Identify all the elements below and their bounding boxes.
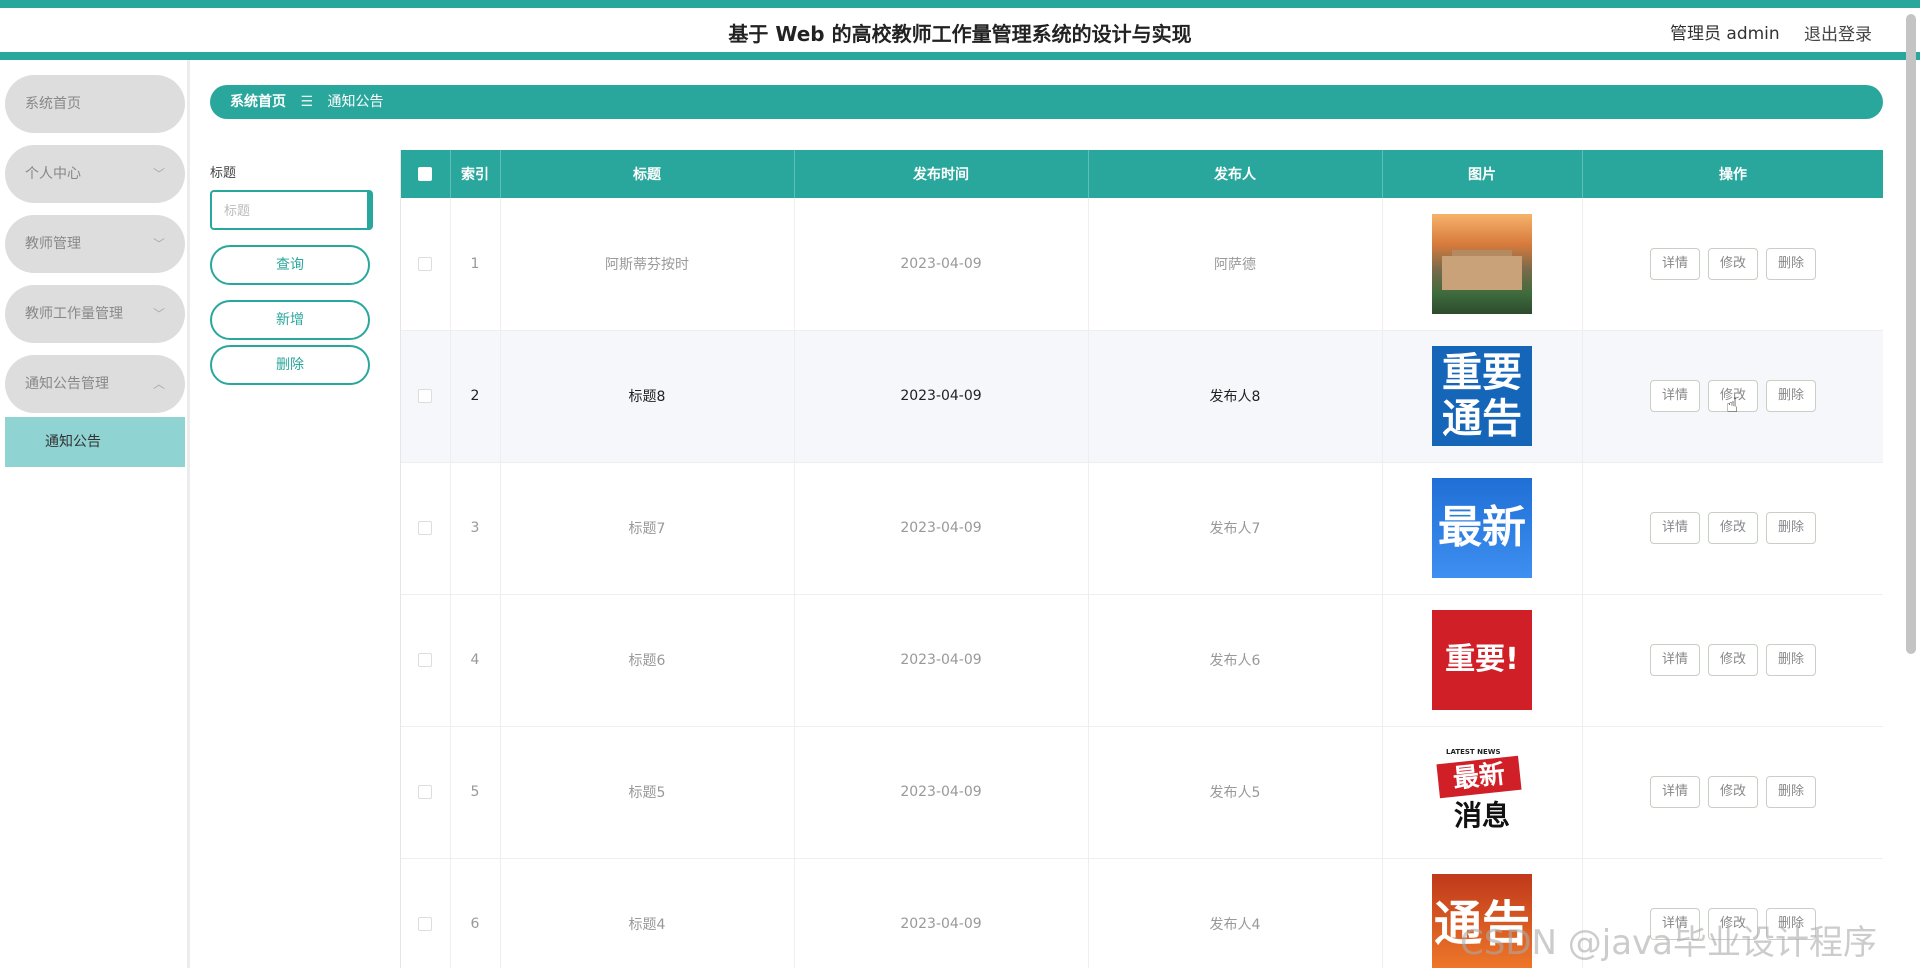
sidebar-item-label: 教师管理 [25,236,81,252]
row-title: 标题6 [500,594,795,726]
table-row[interactable]: 5 标题5 2023-04-09 发布人5 LATEST NEWS 最新 消息 … [401,726,1883,858]
important-alert-image: 重要!通告 [1432,610,1532,710]
breadcrumb: 系统首页 ☰ 通知公告 [210,85,1883,119]
column-header-ops: 操作 [1582,150,1883,198]
detail-button[interactable]: 详情 [1650,247,1700,280]
batch-delete-button[interactable]: 删除 [210,345,370,385]
detail-button[interactable]: 详情 [1650,512,1700,544]
table-row[interactable]: 2 标题8 2023-04-09 发布人8 重要通告 详情 修改 删除 [401,330,1883,462]
table-header-row: 索引 标题 发布时间 发布人 图片 操作 [401,150,1883,198]
column-header-publisher: 发布人 [1088,150,1383,198]
logout-link[interactable]: 退出登录 [1804,20,1872,45]
chevron-down-icon: ﹀ [152,307,165,321]
row-checkbox[interactable] [418,653,433,667]
row-index: 4 [450,594,501,726]
latest-news-image: LATEST NEWS 最新 消息 [1432,742,1532,842]
row-index: 3 [450,462,501,594]
delete-button[interactable]: 删除 [1766,644,1816,676]
row-time: 2023-04-09 [794,726,1089,858]
sidebar-item-label: 个人中心 [25,166,81,182]
delete-button[interactable]: 删除 [1766,512,1816,544]
page-scrollbar[interactable] [1906,14,1916,654]
delete-button[interactable]: 删除 [1766,380,1816,412]
sidebar-item-teacher-management[interactable]: 教师管理 ﹀ [5,215,185,273]
row-index: 5 [450,726,501,858]
sidebar-item-home[interactable]: 系统首页 [5,75,185,133]
row-checkbox[interactable] [418,256,433,271]
detail-button[interactable]: 详情 [1650,644,1700,676]
row-time: 2023-04-09 [794,858,1089,968]
row-title: 标题5 [500,726,795,858]
sidebar-item-notice-management[interactable]: 通知公告管理 ︿ [5,355,185,413]
sidebar-subitem-notice[interactable]: 通知公告 [5,417,185,467]
row-publisher: 发布人4 [1088,858,1383,968]
row-title: 标题8 [500,330,795,462]
search-title-input[interactable] [210,190,373,230]
column-header-time: 发布时间 [794,150,1089,198]
row-publisher: 发布人8 [1088,330,1383,462]
row-title: 标题7 [500,462,795,594]
edit-button[interactable]: 修改 [1708,644,1758,676]
campus-image [1432,213,1532,314]
user-label: 管理员 admin [1670,24,1780,44]
row-publisher: 阿萨德 [1088,198,1383,330]
edit-button[interactable]: 修改 [1708,776,1758,808]
select-all-checkbox[interactable] [418,167,433,181]
sidebar-item-label: 教师工作量管理 [25,306,123,322]
row-publisher: 发布人6 [1088,594,1383,726]
edit-button[interactable]: 修改 [1708,512,1758,544]
sidebar-item-label: 通知公告管理 [25,376,109,392]
row-index: 2 [450,330,501,462]
row-checkbox[interactable] [418,389,433,403]
edit-button[interactable]: 修改 [1708,247,1758,280]
table-row[interactable]: 3 标题7 2023-04-09 发布人7 最新 详情 修改 删除 [401,462,1883,594]
delete-button[interactable]: 删除 [1766,247,1816,280]
column-header-image: 图片 [1382,150,1583,198]
row-checkbox[interactable] [418,917,433,931]
query-button[interactable]: 查询 [210,245,370,285]
column-header-index: 索引 [450,150,501,198]
notice-table: 索引 标题 发布时间 发布人 图片 操作 1 阿斯蒂芬按时 2023-04-09… [400,150,1883,968]
hand-cursor-icon: ☝ [1726,393,1739,417]
table-row[interactable]: 1 阿斯蒂芬按时 2023-04-09 阿萨德 详情 修改 删除 [401,198,1883,330]
row-index: 6 [450,858,501,968]
detail-button[interactable]: 详情 [1650,380,1700,412]
sidebar-item-personal-center[interactable]: 个人中心 ﹀ [5,145,185,203]
chevron-down-icon: ﹀ [152,167,165,181]
row-title: 阿斯蒂芬按时 [500,198,795,330]
select-all-cell [401,150,451,198]
detail-button[interactable]: 详情 [1650,776,1700,808]
add-button[interactable]: 新增 [210,300,370,340]
breadcrumb-current: 通知公告 [327,94,384,110]
app-title: 基于 Web 的高校教师工作量管理系统的设计与实现 [728,22,1192,46]
row-time: 2023-04-09 [794,462,1089,594]
sidebar-item-workload-management[interactable]: 教师工作量管理 ﹀ [5,285,185,343]
row-time: 2023-04-09 [794,198,1089,330]
column-header-title: 标题 [500,150,795,198]
search-title-label: 标题 [210,166,237,181]
breadcrumb-home[interactable]: 系统首页 [230,94,286,110]
sidebar: 系统首页 个人中心 ﹀ 教师管理 ﹀ 教师工作量管理 ﹀ 通知公告管理 ︿ 通知… [0,60,190,968]
row-time: 2023-04-09 [794,594,1089,726]
chevron-down-icon: ﹀ [152,237,165,251]
sidebar-item-label: 系统首页 [25,96,81,112]
watermark: CSDN @java毕业设计程序 [1460,923,1877,963]
row-checkbox[interactable] [418,521,433,535]
row-checkbox[interactable] [418,785,433,799]
top-header: 基于 Web 的高校教师工作量管理系统的设计与实现 管理员 admin 退出登录 [0,0,1920,60]
row-title: 标题4 [500,858,795,968]
row-publisher: 发布人5 [1088,726,1383,858]
delete-button[interactable]: 删除 [1766,776,1816,808]
row-index: 1 [450,198,501,330]
chevron-up-icon: ︿ [152,377,165,391]
table-row[interactable]: 4 标题6 2023-04-09 发布人6 重要!通告 详情修改删除 [401,594,1883,726]
row-publisher: 发布人7 [1088,462,1383,594]
row-time: 2023-04-09 [794,330,1089,462]
important-notice-image: 重要通告 [1432,346,1532,446]
breadcrumb-separator-icon: ☰ [300,94,314,110]
latest-image: 最新 [1432,478,1532,578]
